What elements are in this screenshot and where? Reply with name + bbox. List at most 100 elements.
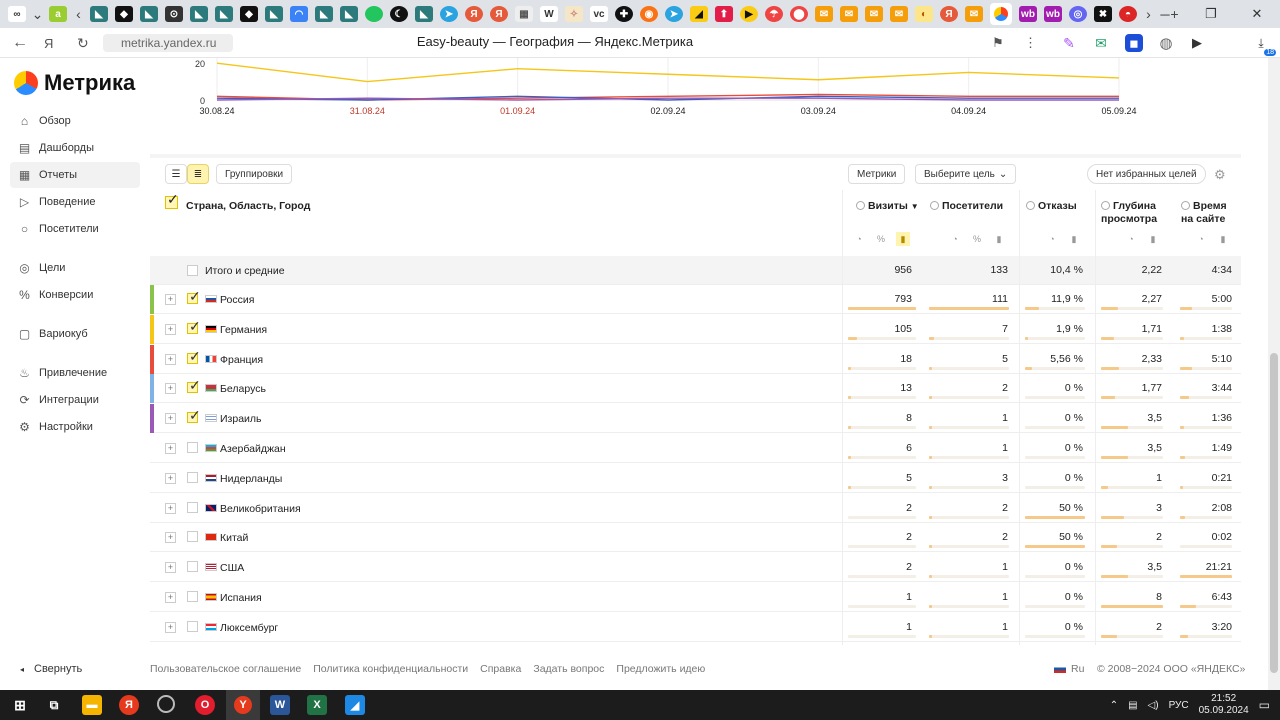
tab-icon[interactable]: ◐ <box>915 6 933 22</box>
sidebar-item-6[interactable]: ◎ Цели <box>10 255 140 281</box>
col-visitors-header[interactable]: Посетители <box>930 200 1003 213</box>
tab-icon[interactable]: ✖ <box>1094 6 1112 22</box>
reload-icon[interactable]: ↻ <box>77 35 89 52</box>
country-name[interactable]: Великобритания <box>220 503 301 515</box>
tab-icon[interactable]: ◣ <box>190 6 208 22</box>
globe-icon[interactable]: ◍ <box>1157 34 1175 52</box>
row-checkbox[interactable] <box>187 318 201 335</box>
tab-icon[interactable]: a <box>49 6 67 22</box>
tab-icon[interactable]: ✚ <box>615 6 633 22</box>
row-checkbox[interactable] <box>187 501 198 513</box>
table-row[interactable]: + Беларусь 13 2 0 % 1,77 3:44 <box>150 374 1241 404</box>
col-bounce-header[interactable]: Отказы <box>1026 200 1077 213</box>
footer-link[interactable]: Пользовательское соглашение <box>150 663 301 675</box>
app-icon[interactable]: ◢ <box>345 695 365 715</box>
metrics-button[interactable]: Метрики <box>848 164 906 184</box>
percent-toggle-icon[interactable]: % <box>874 232 888 246</box>
file-explorer-icon[interactable]: ▬ <box>82 695 102 715</box>
volume-icon[interactable]: ◁) <box>1148 700 1159 711</box>
yandex-home-icon[interactable]: Я <box>44 36 53 51</box>
expand-row-button[interactable]: + <box>165 621 176 633</box>
country-name[interactable]: Испания <box>220 592 262 604</box>
country-name[interactable]: Азербайджан <box>220 443 286 455</box>
table-row[interactable]: + Испания 1 1 0 % 8 6:43 <box>150 583 1241 612</box>
table-row[interactable]: + Китай 2 2 50 % 2 0:02 <box>150 523 1241 553</box>
table-row[interactable]: + США 2 1 0 % 3,5 21:21 <box>150 553 1241 583</box>
back-arrow-icon[interactable]: ← <box>12 34 28 52</box>
tab-icon[interactable]: wb <box>1044 6 1062 22</box>
tab-icon[interactable]: wb <box>1019 6 1037 22</box>
table-row[interactable]: + Великобритания 2 2 50 % 3 2:08 <box>150 494 1241 523</box>
page-scrollbar[interactable] <box>1268 58 1280 690</box>
tab-icon[interactable]: ☂ <box>765 6 783 22</box>
minimize-icon[interactable]: ─ <box>1142 7 1188 22</box>
country-name[interactable]: Россия <box>220 294 254 306</box>
select-all-checkbox[interactable]: ✓ <box>165 191 179 209</box>
tab-icon[interactable]: ◣ <box>315 6 333 22</box>
row-checkbox[interactable] <box>187 407 201 424</box>
row-checkbox[interactable] <box>187 591 198 602</box>
pie-chart-icon[interactable]: ◔ <box>1045 232 1059 246</box>
tab-icon[interactable]: ⬤ <box>790 6 808 22</box>
tab-icon[interactable]: ◣ <box>215 6 233 22</box>
excel-icon[interactable]: X <box>307 695 327 715</box>
tab-icon[interactable]: Я <box>490 6 508 22</box>
country-name[interactable]: Люксембург <box>220 622 278 634</box>
collections-icon[interactable] <box>1222 34 1240 52</box>
windows-start-icon[interactable]: ⊞ <box>10 695 30 715</box>
table-row[interactable]: + Нидерланды 5 3 0 % 1 0:21 <box>150 464 1241 493</box>
downloads-icon[interactable]: ⤓ 18 <box>1252 34 1276 56</box>
favorite-goals-button[interactable]: Нет избранных целей <box>1087 164 1206 184</box>
tab-icon[interactable]: ◣ <box>415 6 433 22</box>
sidebar-item-9[interactable]: ♨ Привлечение <box>10 360 140 386</box>
table-row[interactable]: + Азербайджан 6 1 0 % 3,5 1:49 <box>150 434 1241 463</box>
expand-row-button[interactable]: + <box>165 353 176 365</box>
tab-list-chevron-icon[interactable]: ⌄ <box>30 6 46 23</box>
tray-overflow-icon[interactable]: ⌃ <box>1110 700 1118 711</box>
choose-goal-dropdown[interactable]: Выберите цель ⌄ <box>915 164 1017 184</box>
footer-link[interactable]: Задать вопрос <box>533 663 604 675</box>
pie-chart-icon[interactable]: ◔ <box>948 232 962 246</box>
tab-icon[interactable]: ◆ <box>240 6 258 22</box>
sidebar-item-8[interactable]: ▢ Вариокуб <box>10 321 140 347</box>
country-name[interactable]: Франция <box>220 354 263 366</box>
view-tree-button[interactable]: ≣ <box>187 164 209 184</box>
country-name[interactable]: Израиль <box>220 413 262 425</box>
percent-toggle-icon[interactable]: % <box>970 232 984 246</box>
tab-icon[interactable]: ✧ <box>565 6 583 22</box>
tab-icon[interactable]: vc <box>590 6 608 22</box>
sidebar-item-4[interactable]: ▷ Поведение <box>10 189 140 215</box>
chrome-icon[interactable] <box>157 695 175 713</box>
tab-icon[interactable]: ◢ <box>690 6 708 22</box>
sidebar-item-3[interactable]: ▦ Отчеты <box>10 162 140 188</box>
table-row[interactable]: + Франция 18 5 5,56 % 2,33 5:10 <box>150 344 1241 374</box>
sidebar-item-7[interactable]: % Конверсии <box>10 282 140 308</box>
row-checkbox[interactable] <box>187 377 201 394</box>
bookmark-icon[interactable]: ⚑ <box>992 35 1004 51</box>
media-play-icon[interactable]: ▶ <box>1188 34 1206 52</box>
help-icon[interactable] <box>930 201 939 210</box>
row-checkbox[interactable] <box>187 348 201 365</box>
tab-icon[interactable]: ➤ <box>440 6 458 22</box>
footer-link[interactable]: Политика конфиденциальности <box>313 663 468 675</box>
active-tab-metrika-icon[interactable] <box>990 3 1012 25</box>
row-checkbox[interactable] <box>187 531 198 543</box>
help-icon[interactable] <box>1181 201 1190 210</box>
tab-menu-icon[interactable]: ∞ <box>8 6 26 22</box>
help-icon[interactable] <box>1101 201 1110 210</box>
mail-extension-icon[interactable]: ✉ <box>1092 34 1110 52</box>
sidebar-item-11[interactable]: ⚙ Настройки <box>10 414 140 440</box>
groupings-button[interactable]: Группировки <box>216 164 293 184</box>
country-name[interactable]: Нидерланды <box>220 473 282 485</box>
restore-icon[interactable]: ❐ <box>1188 6 1234 22</box>
tab-icon[interactable]: ✉ <box>965 6 983 22</box>
row-checkbox[interactable] <box>187 561 198 573</box>
tab-icon[interactable]: Я <box>940 6 958 22</box>
total-checkbox[interactable] <box>187 265 198 276</box>
taskbar-language[interactable]: РУС <box>1169 700 1189 711</box>
pie-chart-icon[interactable]: ◔ <box>1194 232 1208 246</box>
view-list-button[interactable]: ☰ <box>165 164 187 184</box>
notifications-icon[interactable]: ▭ <box>1259 698 1270 712</box>
tab-icon[interactable]: Я <box>465 6 483 22</box>
country-name[interactable]: Китай <box>220 532 248 544</box>
